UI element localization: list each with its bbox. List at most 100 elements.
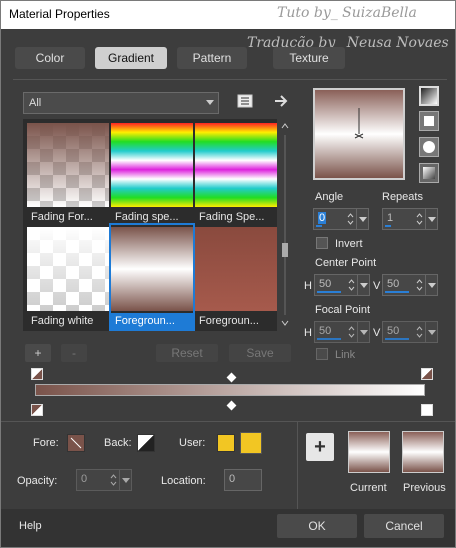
invert-checkbox[interactable] — [316, 237, 328, 249]
add-stop-button[interactable]: + — [25, 344, 51, 362]
previous-swatch[interactable] — [402, 431, 444, 473]
category-dropdown-value: All — [29, 97, 42, 109]
gradient-swatch[interactable]: Fading Spe... — [195, 121, 277, 225]
current-swatch[interactable] — [348, 431, 390, 473]
material-properties-window: Material Properties Tuto by_ SuizaBella … — [0, 0, 456, 548]
category-dropdown[interactable]: All — [23, 92, 219, 114]
ok-button[interactable]: OK — [277, 514, 357, 538]
rectangular-style-button[interactable] — [419, 111, 439, 131]
watermark-line-1: Tuto by_ SuizaBella — [277, 5, 417, 21]
gradient-swatch[interactable]: Fading For... — [27, 121, 109, 225]
chevron-down-icon[interactable] — [425, 322, 437, 342]
invert-label: Invert — [335, 238, 363, 250]
updown-icon[interactable] — [415, 323, 424, 341]
focal-v-value: 50 — [387, 325, 400, 337]
repeats-bar — [385, 225, 391, 227]
chevron-down-icon[interactable] — [425, 209, 437, 229]
gradient-preview-large[interactable] — [313, 88, 405, 180]
cancel-button[interactable]: Cancel — [364, 514, 444, 538]
footer-bar: Help OK Cancel — [1, 509, 455, 547]
tab-color[interactable]: Color — [15, 47, 85, 69]
center-h-label: H — [304, 280, 312, 292]
foreground-stop-marker[interactable] — [421, 368, 433, 380]
gradient-swatch-label: Foregroun... — [199, 315, 259, 327]
back-color-button[interactable] — [137, 434, 155, 452]
gradient-swatch-label: Fading spe... — [115, 211, 179, 223]
chevron-down-icon[interactable] — [425, 275, 437, 295]
fore-color-button[interactable] — [67, 434, 85, 452]
tab-gradient[interactable]: Gradient — [95, 47, 167, 69]
chevron-down-icon[interactable] — [119, 470, 131, 490]
updown-icon[interactable] — [347, 276, 356, 294]
foreground-stop-marker[interactable] — [31, 368, 43, 380]
angle-value: 0 — [318, 212, 327, 224]
updown-icon[interactable] — [346, 210, 355, 228]
repeats-spinner[interactable]: 1 — [382, 208, 438, 230]
updown-icon[interactable] — [347, 323, 356, 341]
radial-style-button[interactable] — [419, 163, 439, 183]
gallery-scrollbar[interactable] — [279, 119, 291, 331]
focal-v-spinner[interactable]: 50 — [382, 321, 438, 343]
gradient-preview — [195, 123, 277, 207]
center-v-spinner[interactable]: 50 — [382, 274, 438, 296]
link-checkbox[interactable] — [316, 348, 328, 360]
location-field[interactable]: 0 — [224, 469, 262, 491]
midpoint-handle[interactable] — [226, 400, 237, 411]
chevron-down-icon[interactable] — [357, 275, 369, 295]
gradient-swatch-label: Foregroun... — [111, 313, 193, 329]
chevron-down-icon[interactable] — [357, 322, 369, 342]
background-stop-marker[interactable] — [31, 404, 43, 416]
focal-v-label: V — [373, 327, 381, 339]
gradient-swatch-label: Fading For... — [31, 211, 93, 223]
tab-pattern[interactable]: Pattern — [177, 47, 247, 69]
sunburst-style-button[interactable] — [419, 137, 439, 157]
tab-divider — [13, 79, 447, 80]
bottom-divider — [297, 421, 298, 509]
white-stop-marker[interactable] — [421, 404, 433, 416]
save-button[interactable]: Save — [229, 344, 291, 362]
center-v-label: V — [373, 280, 381, 292]
updown-icon[interactable] — [415, 276, 424, 294]
chevron-down-icon[interactable] — [356, 209, 368, 229]
chevron-down-icon — [206, 100, 214, 105]
user-color-swatch[interactable] — [217, 434, 235, 452]
gradient-preview — [27, 227, 109, 311]
focal-point-label: Focal Point — [315, 304, 371, 316]
tab-texture[interactable]: Texture — [273, 47, 345, 69]
opacity-spinner[interactable]: 0 — [76, 469, 132, 491]
user-color-swatch-large[interactable] — [240, 432, 262, 454]
link-label: Link — [335, 349, 356, 361]
gradient-editor-bar[interactable] — [35, 384, 425, 396]
focal-h-label: H — [304, 327, 312, 339]
reset-button[interactable]: Reset — [156, 344, 218, 362]
midpoint-handle[interactable] — [226, 372, 237, 383]
updown-icon[interactable] — [109, 471, 118, 489]
angle-label: Angle — [315, 191, 344, 203]
gradient-preview — [111, 227, 193, 311]
help-link[interactable]: Help — [19, 520, 42, 532]
linear-style-button[interactable] — [419, 86, 439, 106]
user-label: User: — [179, 437, 206, 449]
opacity-value: 0 — [81, 473, 88, 485]
focal-h-spinner[interactable]: 50 — [314, 321, 370, 343]
updown-icon[interactable] — [415, 210, 424, 228]
gradient-swatch[interactable]: Fading white — [27, 225, 109, 329]
add-to-library-button[interactable]: + — [306, 433, 334, 461]
gradient-swatch-selected[interactable]: Foregroun... — [109, 223, 195, 331]
section-divider — [1, 421, 455, 422]
center-point-label: Center Point — [315, 257, 377, 269]
remove-stop-button[interactable]: - — [61, 344, 87, 362]
arrow-right-icon[interactable] — [273, 93, 289, 109]
gradient-swatch[interactable]: Fading spe... — [111, 121, 193, 225]
gradient-preview — [27, 123, 109, 207]
gradient-swatch[interactable]: Foregroun... — [195, 225, 277, 329]
gradient-gallery: Fading For... Fading spe... Fading Spe..… — [23, 119, 277, 331]
repeats-value: 1 — [387, 212, 394, 224]
angle-spinner[interactable]: 0 — [313, 208, 369, 230]
library-icon[interactable] — [237, 93, 253, 109]
angle-bar — [316, 225, 322, 227]
focal-h-bar — [317, 338, 341, 340]
focal-h-value: 50 — [319, 325, 332, 337]
location-label: Location: — [161, 475, 206, 487]
center-h-spinner[interactable]: 50 — [314, 274, 370, 296]
